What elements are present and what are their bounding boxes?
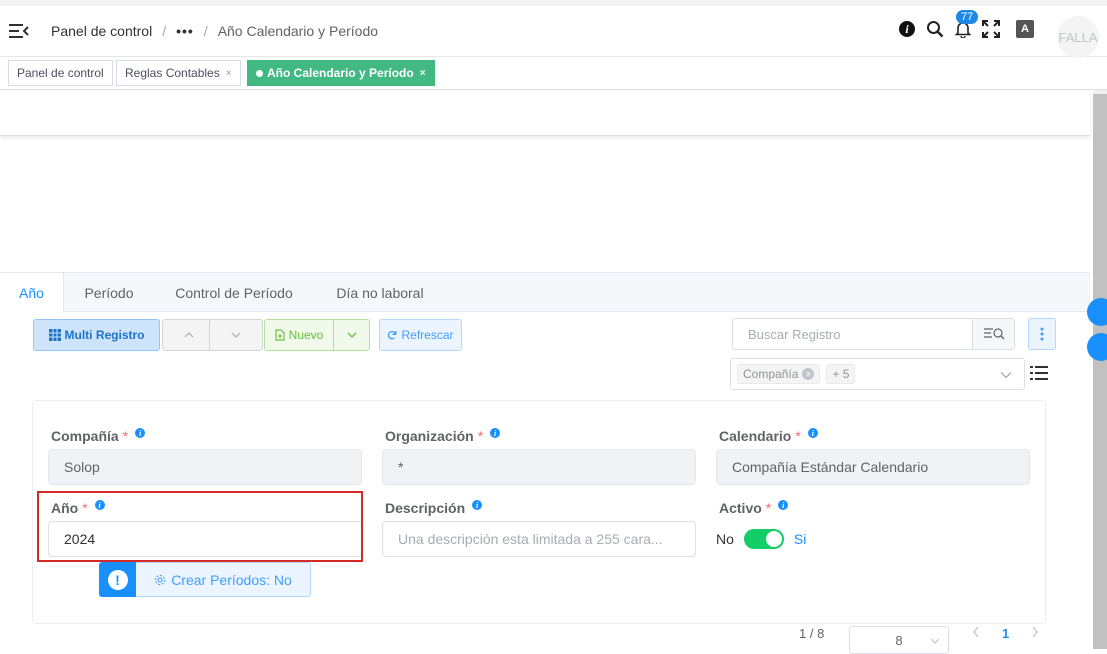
field-info-icon[interactable]: i [778,500,789,510]
multi-record-label: Multi Registro [64,328,145,342]
more-options-button[interactable] [1028,318,1056,350]
switch-on-label: Si [793,531,807,547]
gear-icon [155,574,166,585]
description-field[interactable]: Una descripción esta limitada a 255 cara… [382,521,696,557]
year-label: Año * i [51,500,105,516]
tag-label: Panel de control [17,66,104,80]
filter-more-chip: + 5 [826,364,856,384]
breadcrumb: Panel de control / ••• / Año Calendario … [51,23,378,39]
tag-close-icon[interactable]: × [420,68,426,79]
list-view-icon[interactable] [1030,364,1048,382]
breadcrumb-ellipsis[interactable]: ••• [176,23,194,39]
language-icon[interactable]: A [1016,20,1034,38]
tag-close-icon[interactable]: × [226,68,232,79]
page-number[interactable]: 1 [1002,626,1009,641]
year-field[interactable]: 2024 [48,521,362,557]
breadcrumb-current: Año Calendario y Período [217,23,379,39]
tag-ano-calendario[interactable]: Año Calendario y Período × [247,60,435,86]
avatar[interactable]: FALLA [1057,16,1099,58]
upper-panel [0,90,1090,136]
active-label: Activo * i [719,500,789,516]
chip-close-icon[interactable]: × [802,368,815,380]
breadcrumb-home[interactable]: Panel de control [51,23,152,39]
notification-badge: 77 [956,10,979,24]
field-filter-select[interactable]: Compañía × + 5 [730,358,1025,390]
next-record-button[interactable] [209,319,263,351]
chevron-down-icon [930,638,940,644]
new-record-button[interactable]: Nuevo [264,319,370,351]
table-icon [48,329,61,341]
field-info-icon[interactable]: i [807,428,818,438]
search-list-icon [983,328,1004,340]
chevron-right-icon [1032,626,1038,638]
info-icon[interactable]: i [896,18,918,40]
field-info-icon[interactable]: i [94,500,105,510]
tags-view-bar: Panel de control Reglas Contables × Año … [0,57,1107,90]
prev-page-button[interactable] [972,626,980,641]
refresh-label: Refrescar [401,328,454,342]
chevron-down-icon [231,332,241,338]
new-dropdown-toggle[interactable] [333,320,369,350]
tab-bar: Año Período Control de Período Día no la… [0,272,1090,313]
scrollbar[interactable] [1093,90,1107,649]
active-switch-row: No Si [716,529,806,549]
advanced-search-button[interactable] [972,319,1014,349]
description-label: Descripción i [385,500,483,516]
chevron-left-icon [973,626,979,638]
organization-field: * [382,449,696,485]
create-periods-label: Crear Períodos: No [171,571,292,588]
field-info-icon[interactable]: i [135,428,146,438]
tab-periodo[interactable]: Período [64,273,154,312]
tag-label: Año Calendario y Período [267,66,414,80]
active-dot-icon [256,69,263,77]
menu-toggle-icon[interactable] [9,22,29,40]
page-size-select[interactable]: 8 [849,626,949,654]
switch-off-label: No [716,531,734,547]
scrollbar-thumb[interactable] [1093,94,1107,649]
side-panel-list-button[interactable] [1087,298,1107,326]
fullscreen-icon[interactable] [980,18,1002,40]
tab-control-de-periodo[interactable]: Control de Período [157,273,311,312]
breadcrumb-separator: / [162,23,167,39]
chevron-up-icon [184,332,194,338]
chevron-down-icon [1000,372,1012,379]
kebab-menu-icon [1040,327,1044,341]
search-input[interactable] [733,319,973,349]
field-info-icon[interactable]: i [490,428,501,438]
page-size-value: 8 [895,632,903,648]
next-page-button[interactable] [1031,626,1039,641]
filter-chip-label: Compañía [743,367,799,381]
record-position: 1 / 8 [799,626,825,641]
breadcrumb-separator: / [203,23,208,39]
company-field: Solop [48,449,362,485]
tag-reglas-contables[interactable]: Reglas Contables × [116,60,241,86]
tag-label: Reglas Contables [125,66,220,80]
filter-chip: Compañía × [737,364,821,384]
alert-icon: ! [99,562,136,597]
company-label: Compañía * i [51,428,146,444]
organization-label: Organización * i [385,428,501,444]
document-add-icon [275,329,285,341]
refresh-icon [388,330,397,340]
create-periods-button[interactable]: ! Crear Períodos: No [99,562,311,597]
bell-icon[interactable]: 77 [952,10,979,40]
tab-ano[interactable]: Año [0,273,64,313]
tab-dia-no-laboral[interactable]: Día no laboral [316,273,444,312]
active-toggle[interactable] [743,529,784,549]
previous-record-button[interactable] [162,319,216,351]
refresh-button[interactable]: Refrescar [379,319,462,351]
chevron-down-icon [347,332,356,338]
new-record-label: Nuevo [288,328,324,342]
calendar-field: Compañía Estándar Calendario [716,449,1030,485]
top-navbar: Panel de control / ••• / Año Calendario … [0,0,1107,58]
tag-panel-de-control[interactable]: Panel de control [8,60,113,86]
side-panel-zoom-button[interactable] [1087,333,1107,361]
multi-record-button[interactable]: Multi Registro [33,319,160,351]
calendar-label: Calendario * i [719,428,818,444]
search-record-box [732,318,1015,350]
search-icon[interactable] [924,18,946,40]
field-info-icon[interactable]: i [472,500,483,510]
